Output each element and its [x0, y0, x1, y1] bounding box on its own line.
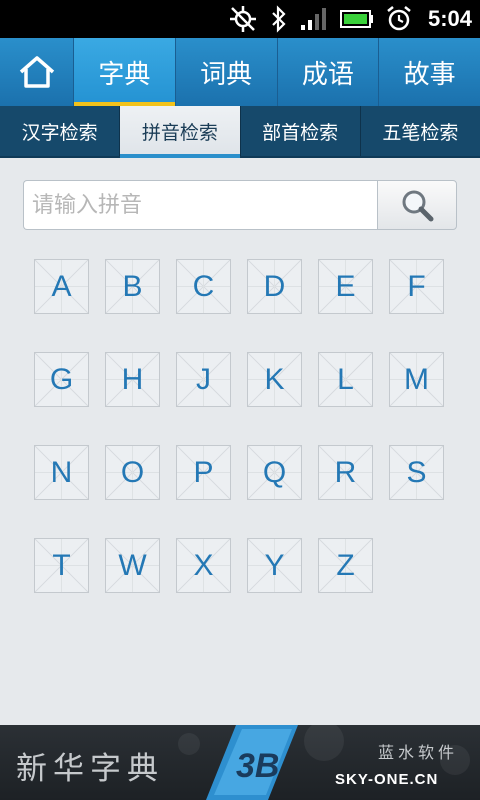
letter-button-a[interactable]: A [34, 259, 89, 314]
pinyin-input[interactable] [23, 180, 377, 230]
letter-button-f[interactable]: F [389, 259, 444, 314]
letter-button-g[interactable]: G [34, 352, 89, 407]
app-title: 新华字典 [16, 751, 164, 787]
letter-button-y[interactable]: Y [247, 538, 302, 593]
brand-logo-icon: 3B [206, 725, 298, 800]
website-link[interactable]: SKY-ONE.CN [335, 771, 438, 788]
battery-icon [339, 10, 373, 28]
gps-off-icon [229, 6, 256, 32]
company-name: 蓝水软件 [378, 743, 459, 762]
tab-wubi-search[interactable]: 五笔检索 [361, 106, 480, 156]
main-nav: 字典 词典 成语 故事 [0, 38, 480, 106]
letter-button-k[interactable]: K [247, 352, 302, 407]
letter-button-q[interactable]: Q [247, 445, 302, 500]
letter-button-o[interactable]: O [105, 445, 160, 500]
letter-button-p[interactable]: P [176, 445, 231, 500]
letter-button-r[interactable]: R [318, 445, 373, 500]
letter-button-e[interactable]: E [318, 259, 373, 314]
letter-button-s[interactable]: S [389, 445, 444, 500]
bluetooth-icon [272, 5, 286, 33]
letter-button-d[interactable]: D [247, 259, 302, 314]
tab-stories[interactable]: 故事 [379, 38, 480, 106]
clock-time: 5:04 [427, 6, 472, 31]
letter-button-b[interactable]: B [105, 259, 160, 314]
letter-button-w[interactable]: W [105, 538, 160, 593]
home-icon [19, 56, 54, 88]
tab-dictionary[interactable]: 字典 [74, 38, 176, 106]
tab-radical-search[interactable]: 部首检索 [241, 106, 361, 156]
home-button[interactable] [0, 38, 74, 106]
search-mode-nav: 汉字检索 拼音检索 部首检索 五笔检索 [0, 106, 480, 158]
letter-button-z[interactable]: Z [318, 538, 373, 593]
tab-pinyin-search[interactable]: 拼音检索 [120, 106, 241, 158]
status-bar: 5:04 [0, 0, 480, 38]
search-button[interactable] [377, 180, 457, 230]
signal-icon [300, 8, 326, 30]
letter-button-x[interactable]: X [176, 538, 231, 593]
svg-text:3B: 3B [236, 747, 279, 785]
letter-button-t[interactable]: T [34, 538, 89, 593]
pinyin-search-bar [23, 180, 457, 230]
tab-character-search[interactable]: 汉字检索 [0, 106, 121, 156]
search-icon [402, 190, 434, 222]
footer-banner: 新华字典 3B 蓝水软件 SKY-ONE.CN [0, 725, 480, 800]
letter-button-c[interactable]: C [176, 259, 231, 314]
letter-button-m[interactable]: M [389, 352, 444, 407]
alarm-icon [387, 6, 411, 31]
letter-button-l[interactable]: L [318, 352, 373, 407]
letter-button-j[interactable]: J [176, 352, 231, 407]
tab-words[interactable]: 词典 [176, 38, 278, 106]
tab-idioms[interactable]: 成语 [278, 38, 380, 106]
letter-button-n[interactable]: N [34, 445, 89, 500]
letter-button-h[interactable]: H [105, 352, 160, 407]
